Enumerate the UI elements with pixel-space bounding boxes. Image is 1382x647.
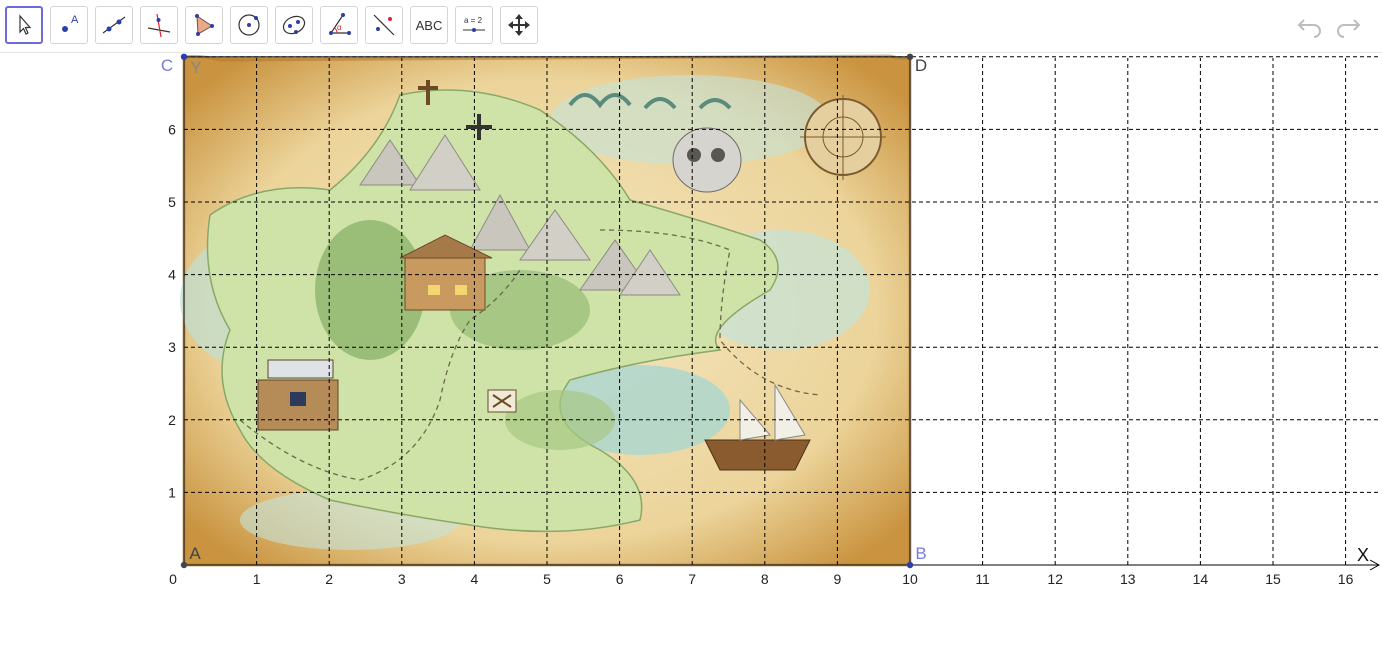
x-tick-label: 0 bbox=[169, 571, 177, 587]
point-icon: A bbox=[62, 14, 79, 32]
perpendicular-icon bbox=[147, 13, 171, 38]
y-axis-label: Y bbox=[190, 58, 201, 77]
x-tick-label: 15 bbox=[1265, 571, 1281, 587]
treasure-map-image bbox=[180, 54, 912, 567]
move-graphics-tool[interactable] bbox=[500, 6, 538, 44]
undo-icon bbox=[1297, 19, 1321, 38]
y-tick-label: 2 bbox=[168, 412, 176, 428]
polygon-tool[interactable] bbox=[185, 6, 223, 44]
x-tick-label: 4 bbox=[471, 571, 479, 587]
move-tool[interactable] bbox=[5, 6, 43, 44]
polygon-icon bbox=[195, 14, 214, 36]
x-tick-label: 5 bbox=[543, 571, 551, 587]
reflect-icon bbox=[373, 14, 395, 36]
y-tick-label: 6 bbox=[168, 121, 176, 137]
x-tick-label: 12 bbox=[1047, 571, 1063, 587]
slider-tool[interactable]: a = 2 bbox=[455, 6, 493, 44]
line-icon bbox=[102, 16, 126, 34]
angle-icon: α bbox=[329, 13, 351, 35]
x-tick-label: 1 bbox=[253, 571, 261, 587]
redo-button[interactable] bbox=[1333, 12, 1363, 40]
x-tick-label: 11 bbox=[975, 571, 990, 587]
slider-tool-label: a = 2 bbox=[464, 16, 483, 25]
point-label-b: B bbox=[915, 544, 926, 563]
point-a bbox=[180, 561, 188, 569]
y-tick-label: 3 bbox=[168, 339, 176, 355]
x-tick-label: 16 bbox=[1338, 571, 1354, 587]
angle-tool[interactable]: α bbox=[320, 6, 358, 44]
point-label-d: D bbox=[915, 56, 927, 75]
point-b bbox=[906, 561, 914, 569]
circle-tool[interactable] bbox=[230, 6, 268, 44]
perpendicular-line-tool[interactable] bbox=[140, 6, 178, 44]
ellipse-tool[interactable] bbox=[275, 6, 313, 44]
point-d bbox=[906, 53, 914, 60]
slider-icon: a = 2 bbox=[463, 16, 485, 32]
x-tick-label: 9 bbox=[834, 571, 842, 587]
x-tick-label: 13 bbox=[1120, 571, 1136, 587]
point-tool[interactable]: A bbox=[50, 6, 88, 44]
x-tick-label: 7 bbox=[688, 571, 696, 587]
reflect-tool[interactable] bbox=[365, 6, 403, 44]
redo-icon bbox=[1337, 19, 1361, 38]
toolbar: A α ABC a = 2 bbox=[0, 0, 1382, 53]
point-label-a: A bbox=[189, 544, 201, 563]
angle-tool-label: α bbox=[337, 23, 342, 32]
text-tool[interactable]: ABC bbox=[410, 6, 448, 44]
line-tool[interactable] bbox=[95, 6, 133, 44]
pointer-icon bbox=[19, 14, 32, 35]
y-tick-label: 5 bbox=[168, 194, 176, 210]
graphics-view[interactable]: 0 1 2 3 4 5 6 7 8 9 10 11 12 13 14 15 16123456XY A BC D bbox=[0, 53, 1382, 647]
ellipse-icon bbox=[282, 15, 306, 35]
x-tick-label: 2 bbox=[325, 571, 333, 587]
point-label-c: C bbox=[161, 56, 173, 75]
move-arrows-icon bbox=[508, 14, 530, 36]
y-tick-label: 1 bbox=[168, 484, 176, 500]
x-axis-label: X bbox=[1357, 545, 1369, 565]
undo-button[interactable] bbox=[1295, 12, 1325, 40]
x-tick-label: 8 bbox=[761, 571, 769, 587]
point-tool-label: A bbox=[71, 14, 79, 26]
point-c bbox=[180, 53, 188, 60]
x-tick-label: 14 bbox=[1193, 571, 1209, 587]
text-icon: ABC bbox=[415, 17, 443, 33]
x-tick-label: 6 bbox=[616, 571, 624, 587]
y-tick-label: 4 bbox=[168, 267, 176, 283]
circle-icon bbox=[238, 14, 260, 36]
x-tick-label: 10 bbox=[902, 571, 918, 587]
x-tick-label: 3 bbox=[398, 571, 406, 587]
